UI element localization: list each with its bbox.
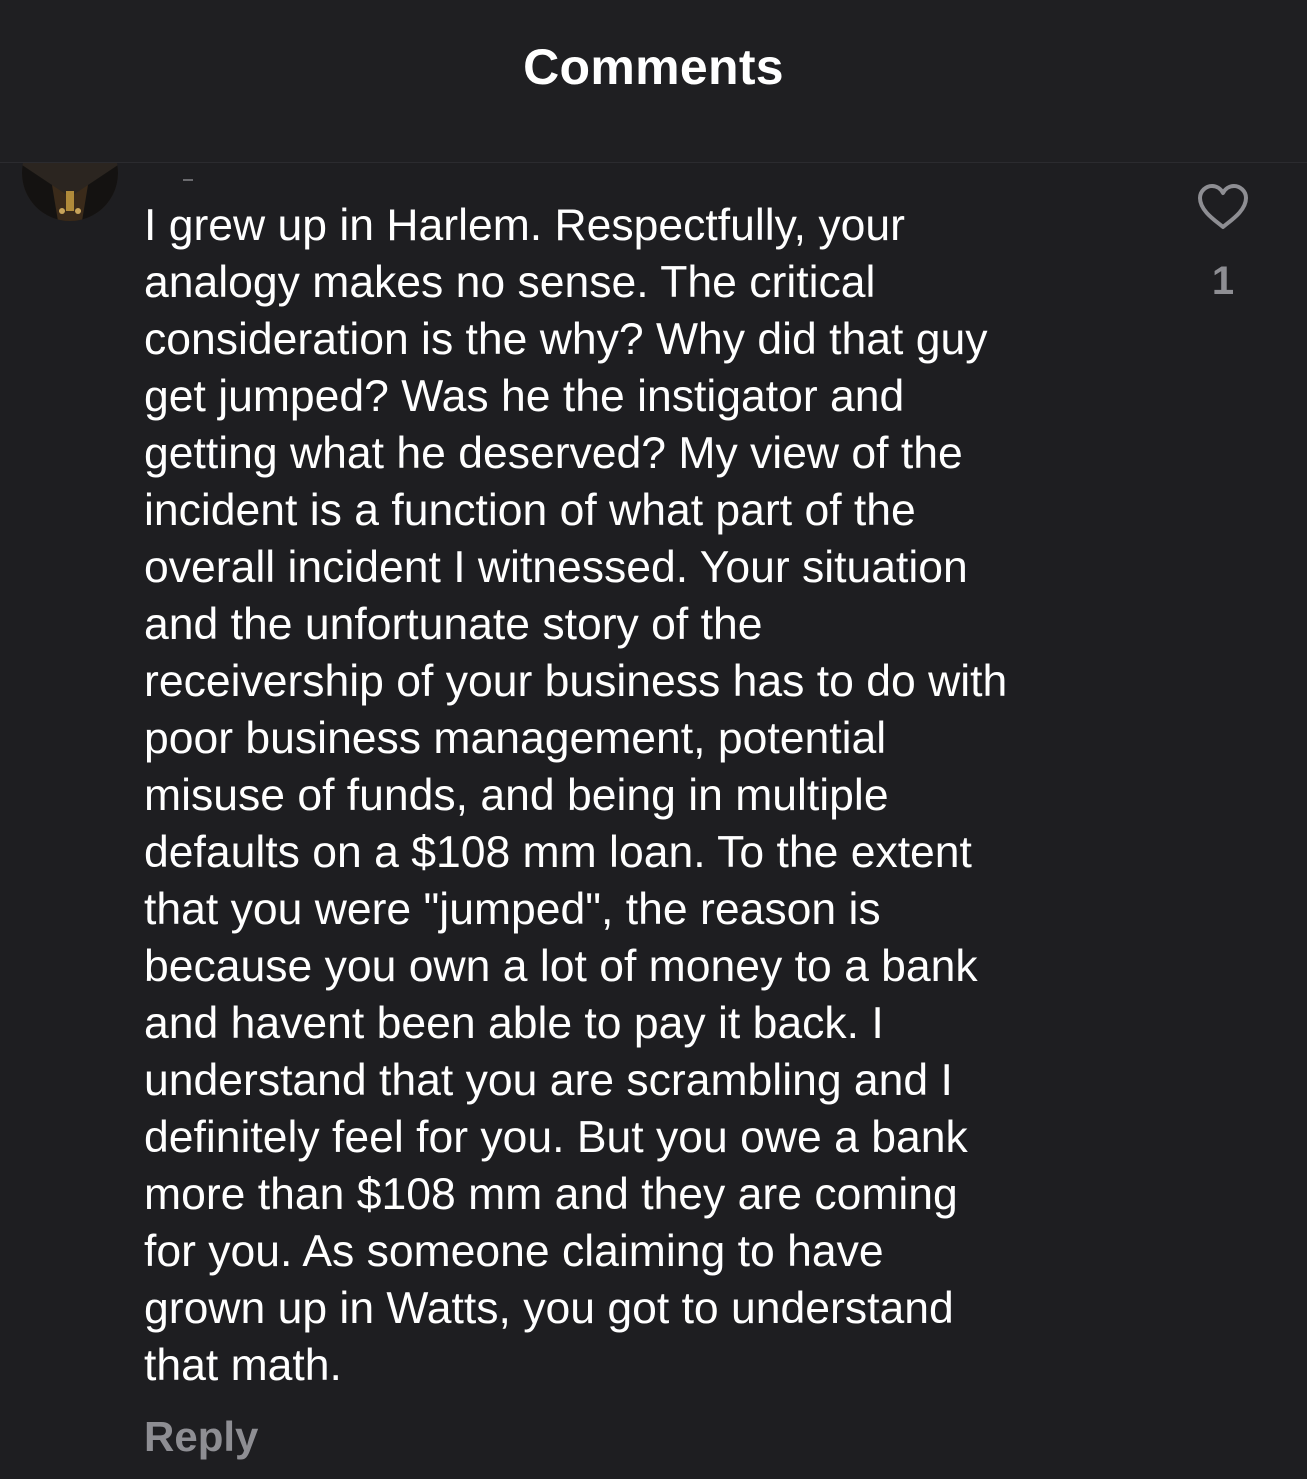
heart-outline-icon[interactable] bbox=[1196, 183, 1250, 233]
comments-header: Comments bbox=[0, 0, 1307, 163]
like-count: 1 bbox=[1211, 259, 1235, 303]
user-avatar[interactable] bbox=[22, 163, 118, 221]
reply-button[interactable]: Reply bbox=[144, 1413, 258, 1461]
avatar-image bbox=[22, 163, 118, 221]
comment-item: I grew up in Harlem. Respectfully, your … bbox=[0, 163, 1307, 1479]
comment-body: I grew up in Harlem. Respectfully, your … bbox=[144, 201, 1008, 1390]
username-fragment bbox=[183, 179, 193, 181]
page-title: Comments bbox=[523, 39, 784, 95]
